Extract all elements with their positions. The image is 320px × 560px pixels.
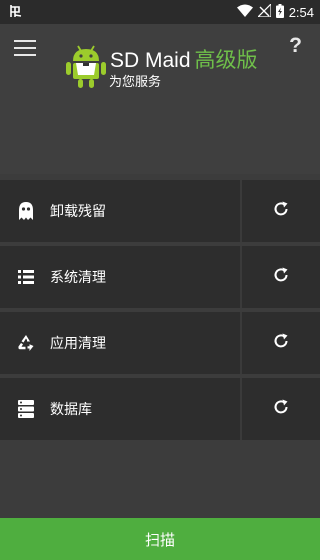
- refresh-icon: [272, 266, 290, 288]
- refresh-button[interactable]: [242, 378, 320, 440]
- app-name: SD Maid: [110, 49, 191, 72]
- menu-icon: [14, 40, 36, 42]
- app-notification-icon: [8, 3, 24, 22]
- tool-label: 数据库: [50, 402, 92, 418]
- tool-label: 卸载残留: [50, 204, 106, 220]
- tool-row-system-cleaner: 系统清理: [0, 246, 320, 308]
- tool-list: 卸载残留 系统清理 应用清理 数据库: [0, 180, 320, 444]
- tool-row-corpse-finder: 卸载残留: [0, 180, 320, 242]
- screen: 2:54 SD Maid 高级版 为您服务 ? 卸载残留 系统清理 应用清理 数…: [0, 0, 320, 560]
- status-bar: 2:54: [0, 0, 320, 24]
- menu-icon-bar: [14, 54, 36, 56]
- list-icon: [16, 267, 36, 287]
- refresh-button[interactable]: [242, 180, 320, 242]
- tool-row-databases: 数据库: [0, 378, 320, 440]
- refresh-button[interactable]: [242, 246, 320, 308]
- tool-row-app-cleaner: 应用清理: [0, 312, 320, 374]
- battery-charging-icon: [275, 3, 284, 21]
- tool-system-cleaner-button[interactable]: 系统清理: [0, 246, 242, 308]
- tool-databases-button[interactable]: 数据库: [0, 378, 242, 440]
- refresh-icon: [272, 398, 290, 420]
- status-time: 2:54: [288, 4, 314, 20]
- no-signal-icon: [256, 2, 272, 20]
- menu-icon-bar: [14, 47, 36, 49]
- brand-title: SD Maid 高级版: [110, 44, 258, 74]
- help-button[interactable]: ?: [289, 34, 302, 58]
- edition-badge: 高级版: [194, 48, 258, 72]
- tool-corpse-finder-button[interactable]: 卸载残留: [0, 180, 242, 242]
- refresh-button[interactable]: [242, 312, 320, 374]
- ghost-icon: [16, 201, 36, 221]
- scan-button[interactable]: 扫描: [0, 518, 320, 560]
- tool-label: 应用清理: [50, 336, 106, 352]
- tagline: 为您服务: [109, 75, 162, 90]
- header: SD Maid 高级版 为您服务 ?: [0, 24, 320, 174]
- menu-button[interactable]: [12, 38, 38, 58]
- wifi-icon: [236, 4, 253, 20]
- tool-app-cleaner-button[interactable]: 应用清理: [0, 312, 242, 374]
- tool-label: 系统清理: [50, 270, 106, 286]
- refresh-icon: [272, 200, 290, 222]
- refresh-icon: [272, 332, 290, 354]
- recycle-icon: [16, 333, 36, 353]
- app-logo: [64, 42, 108, 90]
- database-icon: [16, 399, 36, 419]
